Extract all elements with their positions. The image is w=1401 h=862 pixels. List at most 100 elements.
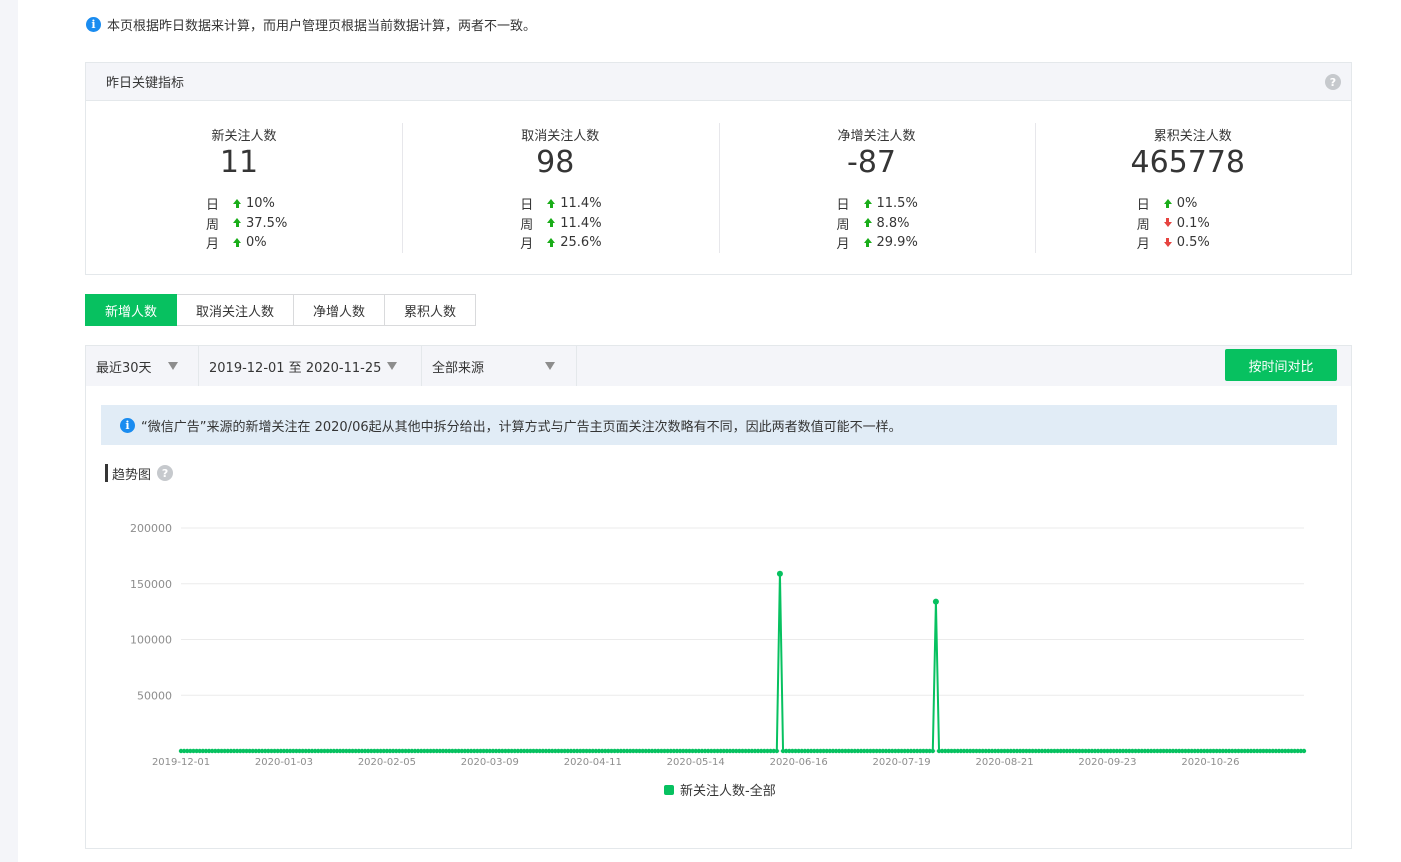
trend-panel: 最近30天 2019-12-01 至 2020-11-25 全部来源 按时间对比… (85, 345, 1352, 849)
stat-period: 日 (836, 198, 850, 214)
page-notice: i 本页根据昨日数据来计算，而用户管理页根据当前数据计算，两者不一致。 (86, 14, 536, 34)
y-tick-label: 50000 (137, 689, 172, 702)
metric-tabs: 新增人数 取消关注人数 净增人数 累积人数 (85, 294, 477, 326)
x-tick-label: 2020-02-05 (358, 757, 416, 768)
key-metrics-header: 昨日关键指标 ? (86, 63, 1351, 101)
info-icon: i (86, 16, 101, 32)
tab-unfollowers[interactable]: 取消关注人数 (177, 294, 295, 326)
stat-row: 日 0% (1137, 194, 1210, 214)
metric-value: 11 (219, 145, 259, 180)
arrow-up-icon (546, 218, 556, 228)
stat-change: 11.5% (876, 196, 918, 212)
peak-point (932, 598, 939, 605)
arrow-up-icon (232, 218, 242, 228)
arrow-down-icon (1163, 218, 1173, 228)
page-notice-text: 本页根据昨日数据来计算，而用户管理页根据当前数据计算，两者不一致。 (107, 18, 537, 34)
stat-period: 周 (836, 217, 850, 233)
arrow-up-icon (1163, 198, 1173, 209)
data-point (930, 748, 935, 754)
metric-label: 新关注人数 (211, 129, 277, 144)
x-tick-label: 2020-10-26 (1181, 757, 1239, 768)
stat-change: 0.5% (1176, 235, 1210, 251)
tab-net-followers[interactable]: 净增人数 (294, 294, 386, 326)
arrow-up-icon (863, 218, 873, 228)
stat-period: 周 (206, 217, 220, 233)
metric-label: 净增关注人数 (837, 129, 916, 144)
stat-row: 周 37.5% (206, 214, 287, 234)
tab-new-followers[interactable]: 新增人数 (85, 294, 178, 326)
arrow-down-icon (1163, 237, 1173, 248)
key-metrics-columns: 新关注人数 11 日 10% 周 37.5% 月 0% 取消关注人数 98 日 11.4… (86, 101, 1351, 275)
metric-label: 取消关注人数 (521, 129, 600, 144)
stat-period: 月 (520, 237, 534, 253)
stat-row: 日 11.4% (520, 194, 601, 214)
x-tick-label: 2020-07-19 (873, 757, 931, 768)
metric-label: 累积关注人数 (1153, 129, 1232, 144)
trend-chart: 50000 100000 150000 200000 2019-12-01 2020-01… (130, 522, 1307, 768)
legend-swatch (664, 784, 674, 795)
metric-stats: 日 11.4% 周 11.4% 月 25.6% (520, 194, 601, 253)
stat-change: 25.6% (560, 235, 602, 251)
metric-total-followers: 累积关注人数 465778 日 0% 周 0.1% 月 0.5% (1034, 101, 1351, 275)
stat-change: 10% (246, 196, 275, 212)
stat-row: 月 25.6% (520, 233, 601, 253)
stat-period: 日 (520, 198, 534, 214)
question-icon[interactable]: ? (1325, 74, 1341, 90)
arrow-up-icon (546, 237, 556, 248)
metric-net-followers: 净增关注人数 -87 日 11.5% 周 8.8% 月 29.9% (718, 101, 1035, 275)
stat-change: 11.4% (560, 196, 602, 212)
metric-stats: 日 11.5% 周 8.8% 月 29.9% (837, 194, 918, 253)
stat-change: 11.4% (560, 215, 602, 231)
arrow-up-icon (232, 198, 242, 209)
stat-change: 0.1% (1176, 215, 1210, 231)
stat-change: 29.9% (876, 235, 918, 251)
stat-period: 周 (1136, 217, 1150, 233)
arrow-up-icon (863, 237, 873, 248)
x-tick-label: 2020-09-23 (1078, 757, 1136, 768)
key-metrics-panel: 昨日关键指标 ? 新关注人数 11 日 10% 周 37.5% 月 0% 取消关注人数… (85, 62, 1352, 275)
stat-row: 日 10% (206, 194, 287, 214)
data-point (774, 748, 780, 754)
left-nav-strip (0, 0, 18, 862)
stat-row: 周 11.4% (520, 214, 601, 234)
metric-stats: 日 10% 周 37.5% 月 0% (206, 194, 287, 253)
metric-new-followers: 新关注人数 11 日 10% 周 37.5% 月 0% (86, 101, 402, 275)
arrow-up-icon (863, 198, 873, 209)
stat-period: 月 (1136, 237, 1150, 253)
stat-row: 周 8.8% (837, 214, 918, 234)
x-tick-label: 2020-01-03 (255, 757, 313, 768)
stat-row: 月 29.9% (837, 233, 918, 253)
y-tick-label: 100000 (130, 634, 172, 647)
stat-change: 0% (1176, 196, 1198, 212)
metric-value: -87 (847, 145, 896, 180)
x-tick-label: 2020-05-14 (667, 757, 725, 768)
stat-period: 月 (206, 237, 220, 253)
stat-period: 周 (520, 217, 534, 233)
stat-period: 日 (206, 198, 220, 214)
metric-stats: 日 0% 周 0.1% 月 0.5% (1137, 194, 1210, 253)
arrow-up-icon (546, 198, 556, 209)
y-tick-label: 150000 (130, 578, 172, 591)
metric-unfollowers: 取消关注人数 98 日 11.4% 周 11.4% 月 25.6% (402, 101, 718, 275)
peak-point (776, 570, 783, 577)
legend-label: 新关注人数-全部 (680, 784, 776, 799)
chart-legend[interactable]: 新关注人数-全部 (664, 780, 776, 799)
x-tick-label: 2020-08-21 (975, 757, 1033, 768)
stat-row: 月 0.5% (1137, 233, 1210, 253)
stat-row: 月 0% (206, 233, 287, 253)
x-tick-label: 2019-12-01 (152, 757, 210, 768)
stat-row: 周 0.1% (1137, 214, 1210, 234)
stat-change: 8.8% (876, 215, 910, 231)
stat-change: 0% (246, 235, 267, 251)
metric-value: 465778 (1130, 145, 1246, 180)
arrow-up-icon (232, 237, 242, 248)
key-metrics-title: 昨日关键指标 (106, 76, 185, 91)
series-line-new-followers (181, 572, 1304, 752)
y-tick-label: 200000 (130, 522, 172, 535)
x-tick-label: 2020-04-11 (564, 757, 622, 768)
data-point (1301, 748, 1307, 754)
tab-total-followers[interactable]: 累积人数 (385, 294, 477, 326)
stat-change: 37.5% (246, 215, 288, 231)
x-tick-label: 2020-06-16 (770, 757, 828, 768)
stat-row: 日 11.5% (837, 194, 918, 214)
